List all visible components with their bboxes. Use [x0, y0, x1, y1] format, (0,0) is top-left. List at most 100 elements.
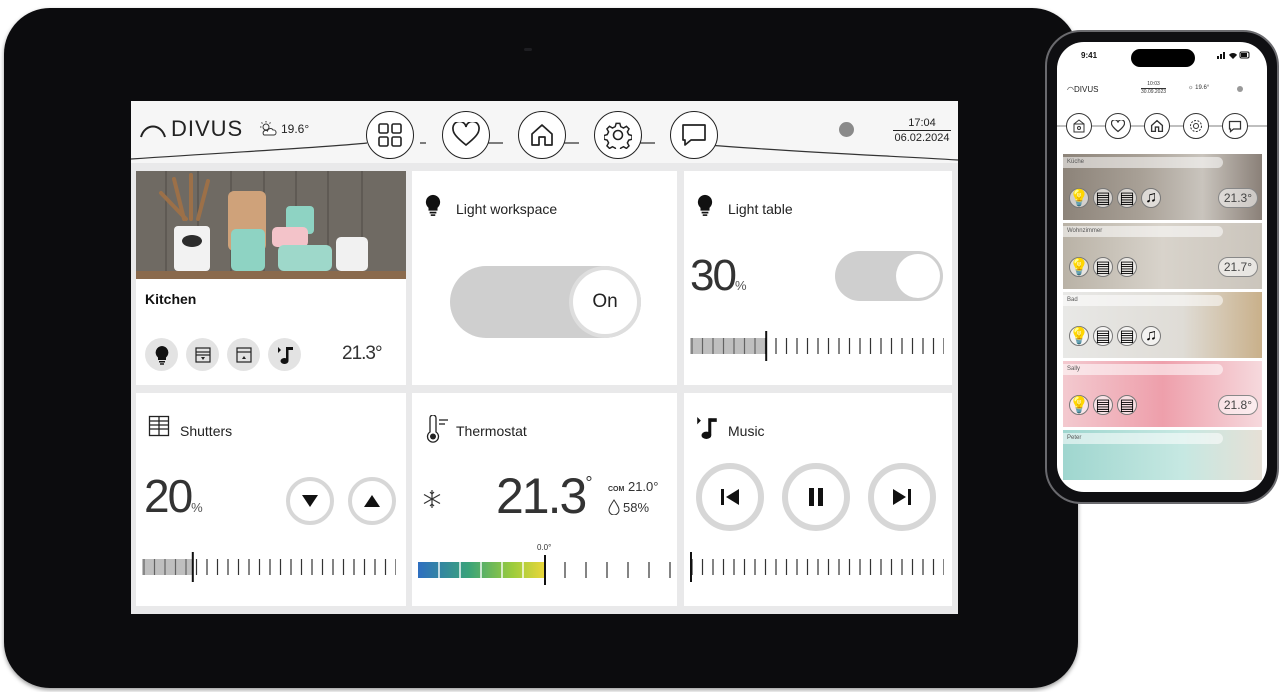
- bulb-icon: 💡: [1069, 188, 1089, 208]
- tile-title: Light workspace: [456, 201, 558, 217]
- shutter-icon: ▤: [1117, 395, 1137, 415]
- phone-room-name: Wohnzimmer: [1063, 226, 1223, 237]
- nav-settings-button[interactable]: [594, 111, 642, 159]
- phone-nav-rooms-button[interactable]: [1066, 113, 1092, 139]
- divus-logo: DIVUS: [139, 116, 243, 142]
- home-icon: [531, 124, 553, 146]
- room-light-button[interactable]: [145, 338, 178, 371]
- shutter-icon: ▤: [1093, 257, 1113, 277]
- dynamic-island: [1131, 49, 1195, 67]
- slider-fill: [690, 338, 767, 354]
- light-table-toggle[interactable]: [835, 251, 943, 301]
- phone-room-card-bad[interactable]: Bad 💡 ▤ ▤ ♫: [1063, 292, 1262, 358]
- clock: 17:04 06.02.2024: [893, 116, 951, 145]
- nav-favorites-button[interactable]: [442, 111, 490, 159]
- room-shutter-button-1[interactable]: [186, 338, 219, 371]
- tablet-camera: [524, 48, 532, 51]
- next-icon: [893, 489, 911, 505]
- tile-music: Music: [684, 393, 952, 606]
- phone-room-card-peter[interactable]: Peter: [1063, 430, 1262, 480]
- slider-fill: [142, 559, 193, 575]
- humidity-readout: 58%: [608, 499, 649, 515]
- humidity-value: 58%: [623, 499, 650, 515]
- snowflake-icon: [422, 489, 442, 514]
- music-icon: [696, 415, 718, 446]
- room-temperature: 21.3°: [342, 343, 383, 364]
- phone-room-card-kueche[interactable]: Küche 💡 ▤ ▤ ♫ 21.3°: [1063, 154, 1262, 220]
- bulb-icon: 💡: [1069, 257, 1089, 277]
- dimmer-value-number: 30: [690, 251, 737, 300]
- nav-grid-button[interactable]: [366, 111, 414, 159]
- previous-track-button[interactable]: [696, 463, 764, 531]
- shutter-down-button[interactable]: [286, 477, 334, 525]
- tile-light-table: Light table 30%: [684, 171, 952, 385]
- gear-icon: [1190, 120, 1202, 132]
- status-indicator: [839, 122, 854, 137]
- phone-nav-home-button[interactable]: [1144, 113, 1170, 139]
- pause-button[interactable]: [782, 463, 850, 531]
- comfort-label: COM: [608, 486, 625, 493]
- room-music-button[interactable]: [268, 338, 301, 371]
- arrow-up-icon: [364, 495, 380, 507]
- shutter-slider[interactable]: [142, 552, 396, 582]
- phone-room-temperature: 21.3°: [1217, 188, 1258, 208]
- next-track-button[interactable]: [868, 463, 936, 531]
- phone-room-name: Küche: [1063, 157, 1223, 168]
- phone-status-icons: [1217, 51, 1251, 61]
- dimmer-value: 30%: [690, 251, 747, 301]
- phone-brand-name: DIVUS: [1073, 85, 1099, 94]
- gear-icon: [604, 122, 632, 149]
- thermometer-icon: [424, 414, 450, 448]
- room-tile-kitchen[interactable]: Kitchen 21.3°: [136, 171, 406, 385]
- dimmer-unit: %: [734, 278, 747, 293]
- weather-widget[interactable]: 19.6°: [259, 121, 309, 137]
- tablet-screen: DIVUS 19.6° 17:04 06.02.2024 Kitchen 21.…: [131, 101, 958, 614]
- heart-icon: [1111, 119, 1125, 132]
- nav-messages-button[interactable]: [670, 111, 718, 159]
- shutter-up-button[interactable]: [348, 477, 396, 525]
- phone-room-card-sally[interactable]: Sally 💡 ▤ ▤ 21.8°: [1063, 361, 1262, 427]
- shutter-icon: [235, 346, 252, 363]
- phone-clock-time: 10:03: [1147, 81, 1160, 87]
- comfort-value: 21.0°: [627, 479, 659, 494]
- phone-nav-settings-button[interactable]: [1183, 113, 1209, 139]
- toggle-state-label: On: [592, 291, 618, 312]
- phone-clock-date: 30.09.2023: [1141, 88, 1167, 95]
- room-shutter-button-2[interactable]: [227, 338, 260, 371]
- light-table-slider[interactable]: [690, 331, 944, 361]
- music-icon: ♫: [1141, 188, 1161, 208]
- water-drop-icon: [608, 499, 620, 515]
- toggle-knob: [896, 254, 940, 298]
- bulb-icon: [696, 193, 714, 222]
- light-workspace-toggle[interactable]: On: [450, 266, 641, 338]
- shutter-icon: [148, 415, 170, 442]
- room-name: Kitchen: [145, 291, 197, 307]
- volume-slider[interactable]: [690, 552, 944, 582]
- music-icon: [277, 346, 293, 364]
- toggle-knob: On: [573, 270, 637, 334]
- comfort-setpoint: COM 21.0°: [608, 479, 658, 494]
- kitchen-photo: [136, 171, 406, 279]
- shutter-icon: ▤: [1093, 395, 1113, 415]
- phone-nav-messages-button[interactable]: [1222, 113, 1248, 139]
- shutter-icon: ▤: [1117, 188, 1137, 208]
- phone-room-temperature: 21.8°: [1217, 395, 1258, 415]
- tile-title: Music: [728, 423, 765, 439]
- shutter-icon: ▤: [1093, 326, 1113, 346]
- bulb-icon: 💡: [1069, 395, 1089, 415]
- bulb-icon: [424, 193, 442, 222]
- phone-status-time: 9:41: [1081, 51, 1098, 60]
- nav-home-button[interactable]: [518, 111, 566, 159]
- phone-room-card-wohnzimmer[interactable]: Wohnzimmer 💡 ▤ ▤ 21.7°: [1063, 223, 1262, 289]
- music-icon: ♫: [1141, 326, 1161, 346]
- offset-label: 0.0°: [537, 543, 552, 552]
- chat-icon: [1228, 120, 1242, 133]
- phone-nav-favorites-button[interactable]: [1105, 113, 1131, 139]
- phone-weather: ☼ 19.6°: [1188, 85, 1210, 91]
- shutter-icon: [194, 346, 211, 363]
- thermostat-slider[interactable]: [418, 555, 672, 585]
- tile-thermostat: Thermostat 21.3° COM 21.0° 58% 0.0°: [412, 393, 677, 606]
- clock-time: 17:04: [893, 116, 951, 131]
- thermostat-value: 21.3: [496, 468, 587, 524]
- tile-shutters: Shutters 20%: [136, 393, 406, 606]
